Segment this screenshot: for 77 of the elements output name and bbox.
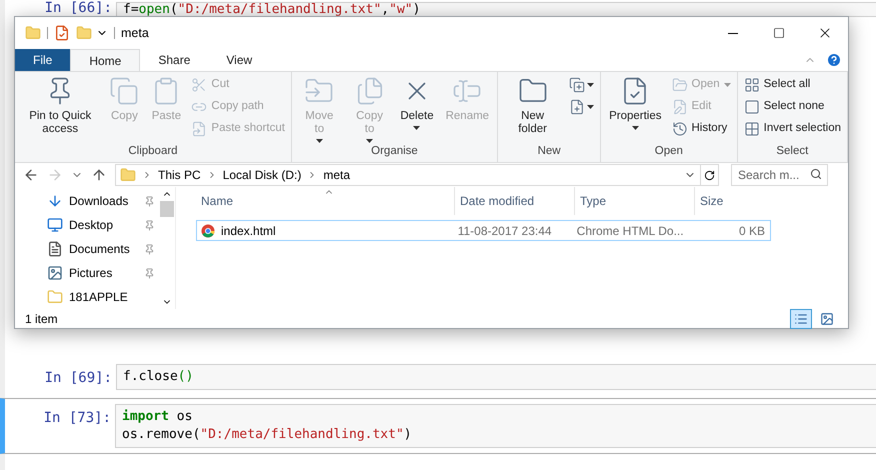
view-button[interactable] — [790, 309, 812, 329]
window-title: meta — [121, 24, 149, 42]
nav-icon — [47, 265, 63, 281]
minimize-icon — [728, 32, 738, 34]
file-row[interactable]: index.html 11-08-2017 23:44 Chrome HTML Do... 0 KB — [196, 220, 771, 241]
search-icon — [810, 168, 822, 180]
cell-prompt: In [73]: — [42, 409, 112, 428]
ribbon-tab[interactable]: Home — [70, 49, 140, 71]
code-input[interactable]: f.close() — [116, 364, 876, 390]
notebook-cell[interactable]: In [73]: import os os.remove("D:/meta/filehandling.txt") — [0, 398, 876, 454]
picture-icon — [820, 312, 834, 326]
nav-item[interactable]: Downloads — [47, 189, 159, 213]
scroll-thumb[interactable] — [160, 201, 174, 217]
ribbon-icon — [191, 77, 208, 93]
code-input[interactable]: f=open("D:/meta/filehandling.txt","w") — [116, 2, 876, 17]
nav-icon — [47, 193, 63, 209]
ribbon-button[interactable]: Pin to Quick access — [19, 72, 102, 143]
notebook-cell[interactable]: In [69]: f.close() — [0, 358, 876, 396]
ribbon-button[interactable]: Invert selection — [744, 118, 841, 140]
ribbon-icon — [191, 121, 208, 137]
search-field[interactable]: Search m... — [731, 164, 828, 186]
ribbon-group-label: Clipboard — [127, 144, 179, 159]
ribbon-group-label: Organise — [370, 144, 419, 159]
nav-item[interactable]: 181APPLE — [47, 285, 159, 309]
ribbon-tab[interactable]: View — [208, 49, 270, 71]
maximize-icon — [773, 27, 785, 39]
ribbon-button[interactable]: Select all — [744, 74, 841, 96]
ribbon-tab[interactable]: Share — [140, 49, 208, 71]
properties-icon[interactable] — [54, 25, 70, 41]
file-cell-text: Chrome HTML Do... — [576, 222, 685, 240]
ribbon-button[interactable]: New folder — [502, 72, 564, 143]
folder-icon — [120, 167, 136, 183]
new-item-icon — [569, 77, 586, 93]
ribbon-icon — [672, 99, 688, 115]
ribbon-button[interactable]: Select none — [744, 96, 841, 118]
cell-prompt: In [66]: — [44, 2, 113, 15]
ribbon-button[interactable]: Delete — [396, 72, 438, 143]
ribbon-group-label: New — [536, 144, 562, 159]
nav-item[interactable]: Pictures — [47, 261, 159, 285]
address-bar[interactable]: This PC Local Disk (D:) meta — [115, 164, 719, 186]
ribbon-icon — [744, 77, 760, 93]
nav-item[interactable]: Desktop — [47, 213, 159, 237]
ribbon-icon — [672, 77, 688, 93]
ribbon-tab[interactable]: File — [15, 49, 70, 71]
new-item-icon — [569, 99, 586, 115]
column-header[interactable]: Size — [694, 187, 774, 215]
up-icon[interactable] — [91, 167, 107, 183]
back-icon[interactable] — [23, 167, 39, 183]
file-name: index.html — [221, 222, 276, 240]
ribbon-group-label: Open — [654, 144, 684, 159]
item-count: 1 item — [25, 311, 58, 328]
details-view-icon — [794, 312, 808, 326]
nav-icon — [47, 217, 63, 233]
notebook-cell[interactable]: In [66]: f=open("D:/meta/filehandling.txt","w") — [0, 1, 876, 18]
breadcrumb[interactable]: Local Disk (D:) — [222, 166, 302, 184]
file-cell-text: 11-08-2017 23:44 — [456, 222, 553, 240]
cell-prompt: In [69]: — [44, 369, 113, 388]
browser-file-icon — [201, 224, 215, 238]
ribbon-icon — [109, 76, 140, 106]
ribbon-group-label: Select — [775, 144, 810, 159]
column-header[interactable]: Date modified — [454, 187, 574, 215]
help-icon[interactable] — [826, 52, 842, 68]
breadcrumb[interactable]: meta — [323, 166, 350, 184]
refresh-icon — [704, 170, 715, 180]
ribbon-icon — [672, 121, 688, 137]
ribbon-icon — [744, 121, 760, 137]
column-header[interactable]: Name — [196, 187, 454, 215]
ribbon-icon — [744, 99, 760, 115]
code-input[interactable]: import os os.remove("D:/meta/filehandling.txt") — [115, 404, 876, 448]
ribbon-button[interactable]: History — [672, 118, 731, 140]
breadcrumb[interactable]: This PC — [158, 166, 201, 184]
nav-icon — [47, 289, 63, 305]
ribbon-button[interactable]: Properties — [605, 72, 666, 143]
column-header[interactable]: Type — [574, 187, 694, 215]
nav-item[interactable]: Documents — [47, 237, 159, 261]
nav-icon — [47, 241, 63, 257]
file-cell-text: 0 KB — [738, 222, 766, 240]
